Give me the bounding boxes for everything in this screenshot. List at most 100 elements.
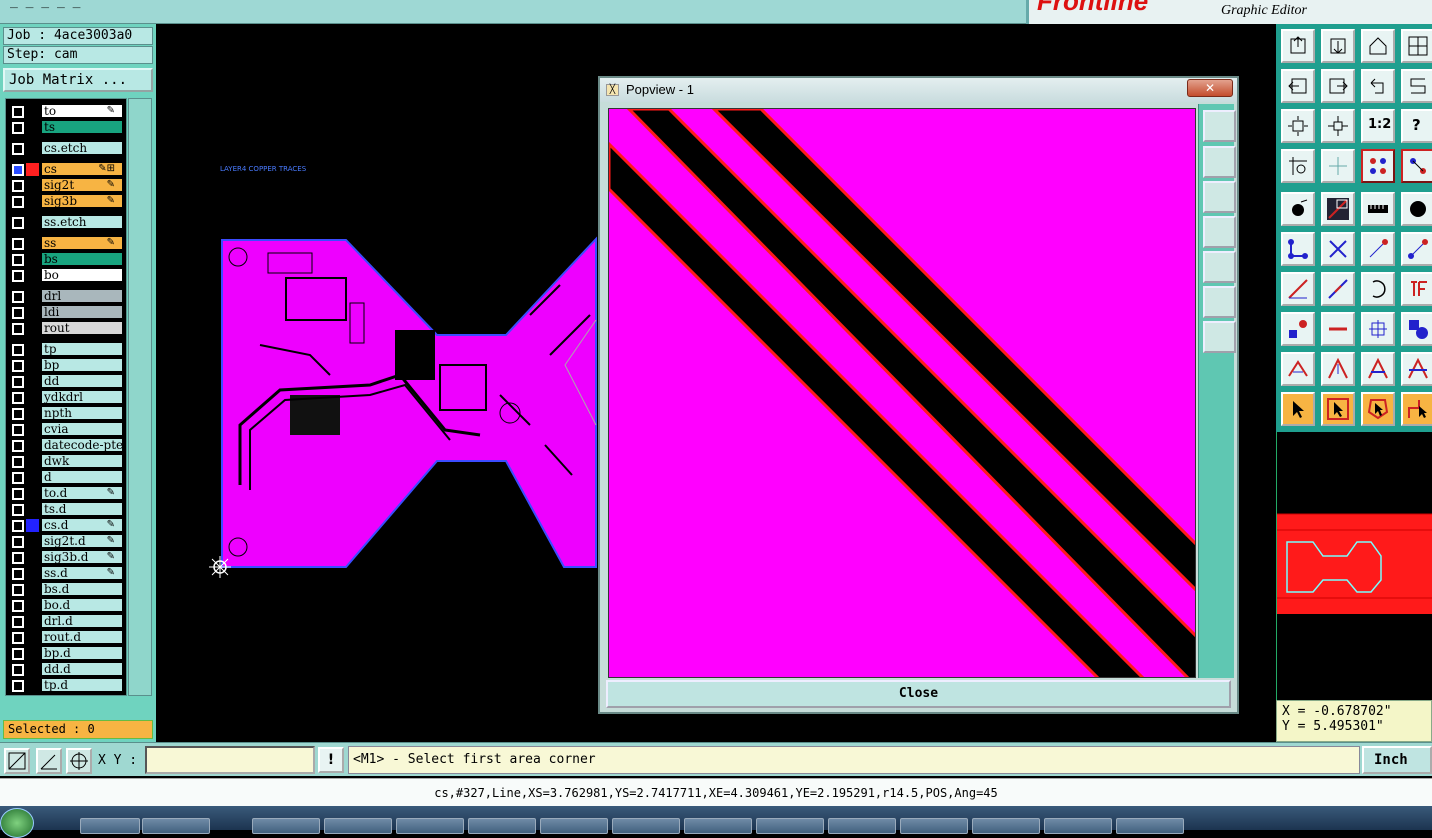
- draw-arc-icon[interactable]: [1361, 272, 1395, 306]
- layer-color-swatch[interactable]: [26, 322, 39, 335]
- layer-color-swatch[interactable]: [26, 253, 39, 266]
- layer-row[interactable]: bs: [6, 252, 128, 267]
- layer-color-swatch[interactable]: [26, 179, 39, 192]
- layer-name[interactable]: ts: [41, 120, 123, 134]
- zoom-center-icon[interactable]: [1203, 321, 1236, 353]
- layer-name[interactable]: to.d ✎: [41, 486, 123, 500]
- layer-name[interactable]: dwk: [41, 454, 123, 468]
- taskbar-item[interactable]: [756, 818, 824, 834]
- layer-name[interactable]: cs.etch: [41, 141, 123, 155]
- layer-row[interactable]: ss.d ✎: [6, 566, 128, 581]
- layer-name[interactable]: ts.d: [41, 502, 123, 516]
- select-arrow-icon[interactable]: [1281, 392, 1315, 426]
- layer-row[interactable]: npth: [6, 406, 128, 421]
- layer-name[interactable]: rout: [41, 321, 123, 335]
- undo-view-icon[interactable]: [1361, 69, 1395, 103]
- layer-visibility-checkbox[interactable]: [12, 584, 24, 596]
- redraw-icon[interactable]: [1401, 69, 1432, 103]
- layer-row[interactable]: drl: [6, 289, 128, 304]
- round-pad-icon[interactable]: [1401, 192, 1432, 226]
- layer-visibility-checkbox[interactable]: [12, 270, 24, 282]
- layer-row[interactable]: ss ✎: [6, 236, 128, 251]
- layer-name[interactable]: bs: [41, 252, 123, 266]
- cross-node-icon[interactable]: [1321, 232, 1355, 266]
- text-font-icon[interactable]: [1401, 272, 1432, 306]
- layer-name[interactable]: ss ✎: [41, 236, 123, 250]
- layer-row[interactable]: bo: [6, 268, 128, 283]
- layer-color-swatch[interactable]: [26, 163, 39, 176]
- layer-row[interactable]: ydkdrl: [6, 390, 128, 405]
- layer-visibility-checkbox[interactable]: [12, 122, 24, 134]
- triangle-arrow-icon[interactable]: [1361, 352, 1395, 386]
- layer-name[interactable]: drl: [41, 289, 123, 303]
- taskbar-item[interactable]: [1044, 818, 1112, 834]
- layer-name[interactable]: dd: [41, 374, 123, 388]
- layer-row[interactable]: cs.etch: [6, 141, 128, 156]
- layer-visibility-checkbox[interactable]: [12, 440, 24, 452]
- layer-color-swatch[interactable]: [26, 615, 39, 628]
- layer-row[interactable]: sig2t.d ✎: [6, 534, 128, 549]
- job-matrix-button[interactable]: Job Matrix ...: [3, 68, 153, 92]
- layer-color-swatch[interactable]: [26, 535, 39, 548]
- layer-color-swatch[interactable]: [26, 631, 39, 644]
- resize-box-icon[interactable]: [1361, 312, 1395, 346]
- layer-name[interactable]: d: [41, 470, 123, 484]
- taskbar-item[interactable]: [900, 818, 968, 834]
- layer-visibility-checkbox[interactable]: [12, 238, 24, 250]
- select-path-icon[interactable]: [1401, 392, 1432, 426]
- pan-right-icon[interactable]: [1203, 251, 1236, 283]
- layer-row[interactable]: dd: [6, 374, 128, 389]
- layer-row[interactable]: d: [6, 470, 128, 485]
- layer-name[interactable]: npth: [41, 406, 123, 420]
- net-highlight-icon[interactable]: [1361, 149, 1395, 183]
- layer-color-swatch[interactable]: [26, 269, 39, 282]
- layer-visibility-checkbox[interactable]: [12, 504, 24, 516]
- draw-line-icon[interactable]: [1281, 272, 1315, 306]
- layer-color-swatch[interactable]: [26, 679, 39, 692]
- taskbar-item[interactable]: [80, 818, 140, 834]
- taskbar-item[interactable]: [972, 818, 1040, 834]
- layer-name[interactable]: to ✎: [41, 104, 123, 118]
- layer-row[interactable]: cs ✎⊞: [6, 162, 128, 177]
- layer-visibility-checkbox[interactable]: [12, 291, 24, 303]
- layer-color-swatch[interactable]: [26, 105, 39, 118]
- layer-name[interactable]: ss.d ✎: [41, 566, 123, 580]
- popview-close-button[interactable]: Close: [606, 680, 1231, 708]
- zoom-ratio-button[interactable]: 1:2: [1361, 109, 1395, 143]
- layer-name[interactable]: sig2t ✎: [41, 178, 123, 192]
- layer-name[interactable]: drl.d: [41, 614, 123, 628]
- layer-color-swatch[interactable]: [26, 519, 39, 532]
- layer-row[interactable]: datecode-pte: [6, 438, 128, 453]
- layer-visibility-checkbox[interactable]: [12, 323, 24, 335]
- pan-left-icon[interactable]: [1203, 216, 1236, 248]
- add-pad-icon[interactable]: [1281, 192, 1315, 226]
- layer-name[interactable]: sig3b ✎: [41, 194, 123, 208]
- taskbar-item[interactable]: [324, 818, 392, 834]
- triangle-cut-icon[interactable]: [1401, 352, 1432, 386]
- pan-down-icon[interactable]: [1203, 181, 1236, 213]
- layer-row[interactable]: bo.d: [6, 598, 128, 613]
- layer-color-swatch[interactable]: [26, 142, 39, 155]
- line-start-icon[interactable]: [1401, 232, 1432, 266]
- layer-color-swatch[interactable]: [26, 423, 39, 436]
- zoom-in-out-icon[interactable]: [1321, 109, 1355, 143]
- layer-color-swatch[interactable]: [26, 647, 39, 660]
- layer-visibility-checkbox[interactable]: [12, 164, 24, 176]
- layer-name[interactable]: bo: [41, 268, 123, 282]
- layer-color-swatch[interactable]: [26, 306, 39, 319]
- pan-up-icon[interactable]: [1203, 146, 1236, 178]
- snap-tool-icon[interactable]: [1281, 149, 1315, 183]
- layer-row[interactable]: to ✎: [6, 104, 128, 119]
- layer-visibility-checkbox[interactable]: [12, 408, 24, 420]
- layer-visibility-checkbox[interactable]: [12, 106, 24, 118]
- triangle-up-icon[interactable]: [1321, 352, 1355, 386]
- layer-name[interactable]: datecode-pte: [41, 438, 123, 452]
- layer-name[interactable]: bs.d: [41, 582, 123, 596]
- layer-visibility-checkbox[interactable]: [12, 143, 24, 155]
- layer-visibility-checkbox[interactable]: [12, 392, 24, 404]
- layer-name[interactable]: tp.d: [41, 678, 123, 692]
- layer-color-swatch[interactable]: [26, 195, 39, 208]
- layer-color-swatch[interactable]: [26, 487, 39, 500]
- layer-name[interactable]: dd.d: [41, 662, 123, 676]
- window-close-button[interactable]: ✕: [1187, 79, 1233, 97]
